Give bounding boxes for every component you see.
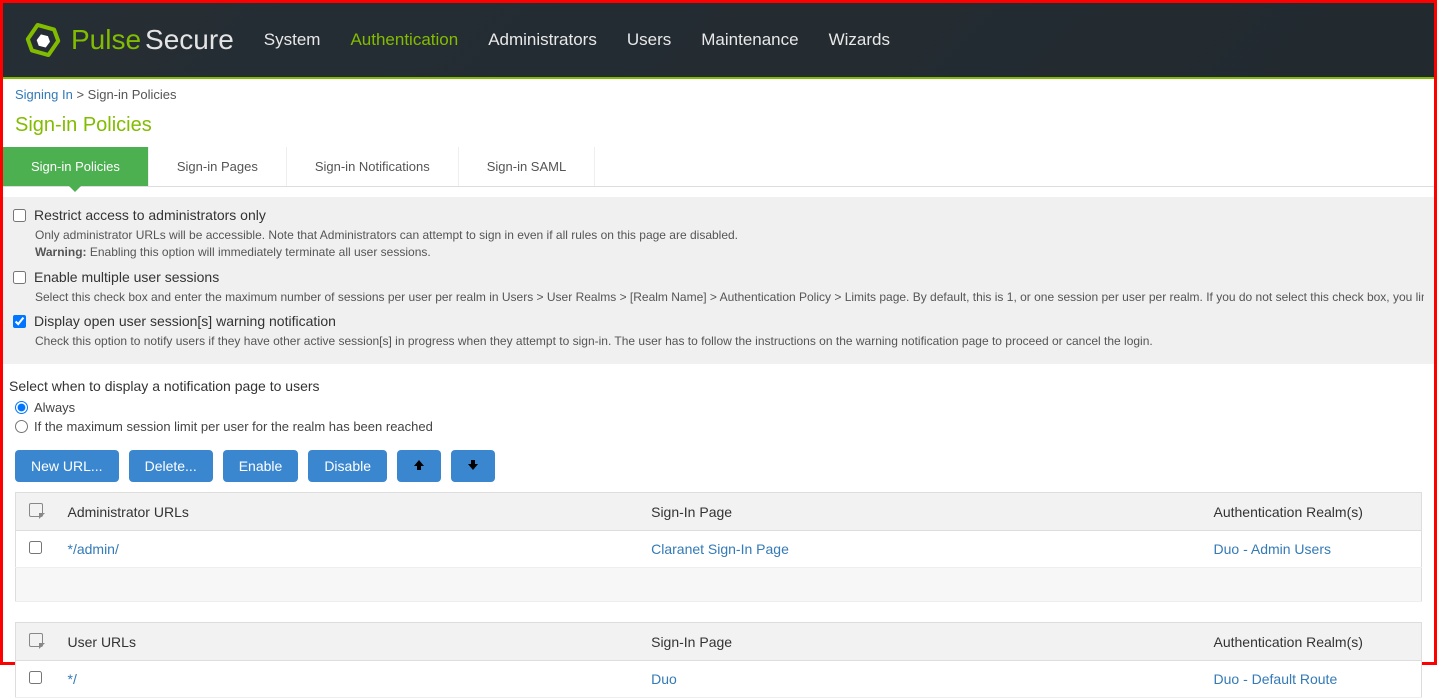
- user-page-link[interactable]: Duo: [651, 671, 677, 687]
- user-selectall-header[interactable]: [16, 623, 56, 661]
- subtabs: Sign-in Policies Sign-in Pages Sign-in N…: [3, 147, 1434, 187]
- restrict-help-text: Only administrator URLs will be accessib…: [35, 228, 738, 242]
- multi-help: Select this check box and enter the maxi…: [35, 287, 1424, 312]
- table-empty-row: [16, 568, 1422, 602]
- move-down-button[interactable]: [451, 450, 495, 482]
- admin-selectall-header[interactable]: [16, 493, 56, 531]
- breadcrumb-sep: >: [73, 87, 88, 102]
- admin-realms-header: Authentication Realm(s): [1202, 493, 1422, 531]
- action-button-bar: New URL... Delete... Enable Disable: [3, 436, 1434, 492]
- table-row: */admin/ Claranet Sign-In Page Duo - Adm…: [16, 531, 1422, 568]
- tab-signin-saml[interactable]: Sign-in SAML: [459, 147, 595, 186]
- options-panel: Restrict access to administrators only O…: [3, 197, 1434, 436]
- notify-section: Select when to display a notification pa…: [3, 378, 1434, 436]
- displayopen-label: Display open user session[s] warning not…: [34, 313, 336, 329]
- brand-logo: Pulse Secure: [23, 20, 234, 60]
- pulse-logo-icon: [23, 20, 63, 60]
- tab-signin-pages[interactable]: Sign-in Pages: [149, 147, 287, 186]
- user-signinpage-header: Sign-In Page: [639, 623, 1201, 661]
- multi-label: Enable multiple user sessions: [34, 269, 219, 285]
- notify-always-label: Always: [34, 400, 75, 415]
- move-up-button[interactable]: [397, 450, 441, 482]
- disable-button[interactable]: Disable: [308, 450, 387, 482]
- user-realms-header: Authentication Realm(s): [1202, 623, 1422, 661]
- notify-always-radio[interactable]: [15, 401, 28, 414]
- tab-signin-policies[interactable]: Sign-in Policies: [3, 147, 149, 186]
- notify-max-row: If the maximum session limit per user fo…: [15, 417, 1434, 436]
- nav-maintenance[interactable]: Maintenance: [701, 30, 798, 50]
- restrict-warning-label: Warning:: [35, 245, 87, 259]
- user-urls-table: User URLs Sign-In Page Authentication Re…: [15, 622, 1422, 698]
- user-realm-link[interactable]: Duo - Default Route: [1214, 671, 1338, 687]
- page-title: Sign-in Policies: [3, 110, 1434, 147]
- restrict-checkbox[interactable]: [13, 209, 26, 222]
- user-urls-header: User URLs: [56, 623, 640, 661]
- restrict-help: Only administrator URLs will be accessib…: [35, 225, 1424, 267]
- arrow-down-icon: [467, 458, 479, 474]
- brand-pulse: Pulse: [71, 24, 141, 56]
- breadcrumb-parent-link[interactable]: Signing In: [15, 87, 73, 102]
- displayopen-help: Check this option to notify users if the…: [35, 331, 1424, 356]
- admin-row-checkbox[interactable]: [29, 541, 42, 554]
- admin-page-link[interactable]: Claranet Sign-In Page: [651, 541, 789, 557]
- user-row-checkbox[interactable]: [29, 671, 42, 684]
- notify-max-radio[interactable]: [15, 420, 28, 433]
- select-all-icon: [29, 503, 43, 517]
- admin-url-link[interactable]: */admin/: [68, 541, 119, 557]
- main-nav: System Authentication Administrators Use…: [264, 30, 890, 50]
- user-url-link[interactable]: */: [68, 671, 77, 687]
- arrow-up-icon: [413, 458, 425, 474]
- nav-users[interactable]: Users: [627, 30, 671, 50]
- displayopen-checkbox[interactable]: [13, 315, 26, 328]
- restrict-row: Restrict access to administrators only: [13, 205, 1424, 225]
- admin-urls-header: Administrator URLs: [56, 493, 640, 531]
- restrict-label: Restrict access to administrators only: [34, 207, 266, 223]
- admin-signinpage-header: Sign-In Page: [639, 493, 1201, 531]
- restrict-warning-text: Enabling this option will immediately te…: [87, 245, 431, 259]
- multi-row: Enable multiple user sessions: [13, 267, 1424, 287]
- nav-wizards[interactable]: Wizards: [829, 30, 890, 50]
- admin-realm-link[interactable]: Duo - Admin Users: [1214, 541, 1331, 557]
- admin-urls-table: Administrator URLs Sign-In Page Authenti…: [15, 492, 1422, 602]
- breadcrumb: Signing In > Sign-in Policies: [3, 79, 1434, 110]
- brand-secure: Secure: [145, 24, 234, 56]
- enable-button[interactable]: Enable: [223, 450, 299, 482]
- nav-system[interactable]: System: [264, 30, 321, 50]
- nav-authentication[interactable]: Authentication: [350, 30, 458, 50]
- table-row: */ Duo Duo - Default Route: [16, 661, 1422, 698]
- notify-max-label: If the maximum session limit per user fo…: [34, 419, 433, 434]
- top-header: Pulse Secure System Authentication Admin…: [3, 3, 1434, 79]
- nav-administrators[interactable]: Administrators: [488, 30, 597, 50]
- breadcrumb-current: Sign-in Policies: [88, 87, 177, 102]
- notify-always-row: Always: [15, 398, 1434, 417]
- new-url-button[interactable]: New URL...: [15, 450, 119, 482]
- brand-text: Pulse Secure: [71, 24, 234, 56]
- tab-signin-notifications[interactable]: Sign-in Notifications: [287, 147, 459, 186]
- multi-checkbox[interactable]: [13, 271, 26, 284]
- delete-button[interactable]: Delete...: [129, 450, 213, 482]
- notify-title: Select when to display a notification pa…: [9, 378, 1434, 394]
- select-all-icon: [29, 633, 43, 647]
- displayopen-row: Display open user session[s] warning not…: [13, 311, 1424, 331]
